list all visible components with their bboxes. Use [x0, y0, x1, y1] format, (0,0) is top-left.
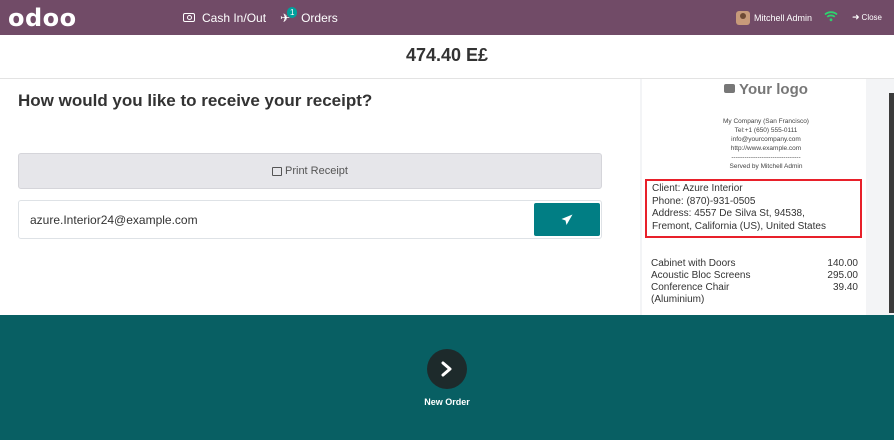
- company-email: info@yourcompany.com: [731, 136, 801, 143]
- bottom-action-bar: New Order: [0, 315, 894, 440]
- new-order-label: New Order: [424, 397, 470, 407]
- list-item: Conference Chair (Aluminium) 39.40: [651, 282, 858, 306]
- separator-line: --------------------------------: [731, 154, 801, 161]
- new-order-button[interactable]: [427, 349, 467, 389]
- company-phone: Tel:+1 (650) 555-0111: [734, 127, 798, 134]
- receipt-scrollbar[interactable]: [889, 93, 894, 313]
- client-name: Client: Azure Interior: [652, 183, 743, 194]
- company-name: My Company (San Francisco): [723, 118, 809, 125]
- odoo-logo: odoo: [8, 4, 77, 32]
- orders-button[interactable]: ✈ Orders: [280, 0, 338, 35]
- camera-icon: [724, 84, 736, 93]
- cash-in-out-button[interactable]: Cash In/Out: [183, 0, 266, 35]
- print-receipt-label: Print Receipt: [285, 165, 348, 177]
- user-name: Mitchell Admin: [754, 12, 813, 23]
- close-button[interactable]: ➜ Close: [852, 0, 882, 35]
- receipt-logo: Your logo: [640, 81, 892, 98]
- wifi-icon: [824, 10, 838, 24]
- item-name: Acoustic Bloc Screens: [651, 270, 751, 281]
- client-phone: Phone: (870)-931-0505: [652, 195, 756, 207]
- email-input[interactable]: [19, 201, 533, 238]
- print-receipt-button[interactable]: Print Receipt: [18, 153, 602, 189]
- list-item: Cabinet with Doors 140.00: [651, 258, 858, 270]
- item-price: 295.00: [827, 270, 858, 281]
- client-address-line2: Fremont, California (US), United States: [652, 220, 826, 232]
- item-name: Cabinet with Doors: [651, 258, 736, 269]
- item-price: 39.40: [832, 282, 858, 293]
- top-navbar: odoo Cash In/Out ✈ Orders 1 Mitchell Adm…: [0, 0, 894, 35]
- printer-icon: [272, 166, 282, 176]
- chevron-right-icon: [441, 361, 452, 377]
- list-item: Acoustic Bloc Screens 295.00: [651, 270, 858, 282]
- cash-in-out-label: Cash In/Out: [202, 10, 267, 25]
- company-website: http://www.example.com: [730, 145, 802, 152]
- company-info: My Company (San Francisco) Tel:+1 (650) …: [640, 117, 892, 171]
- email-receipt-row: [18, 200, 602, 239]
- cash-icon: [183, 13, 195, 22]
- order-total-header: 474.40 E£: [0, 35, 894, 79]
- item-name: Conference Chair (Aluminium): [651, 282, 730, 305]
- client-info-box: Client: Azure Interior Phone: (870)-931-…: [645, 179, 862, 238]
- send-icon: [561, 214, 573, 225]
- item-price: 140.00: [827, 258, 858, 269]
- client-address-line1: Address: 4557 De Silva St, 94538,: [652, 208, 805, 219]
- close-icon: ➜: [852, 12, 860, 22]
- receipt-question: How would you like to receive your recei…: [18, 91, 373, 110]
- user-menu[interactable]: Mitchell Admin: [736, 0, 812, 35]
- send-email-button[interactable]: [534, 203, 600, 236]
- served-by: Served by Mitchell Admin: [729, 163, 803, 170]
- orders-label: Orders: [301, 10, 338, 25]
- close-label: Close: [861, 13, 882, 22]
- receipt-items: Cabinet with Doors 140.00 Acoustic Bloc …: [651, 258, 858, 306]
- user-avatar: [736, 10, 750, 25]
- order-total: 474.40 E£: [405, 45, 489, 65]
